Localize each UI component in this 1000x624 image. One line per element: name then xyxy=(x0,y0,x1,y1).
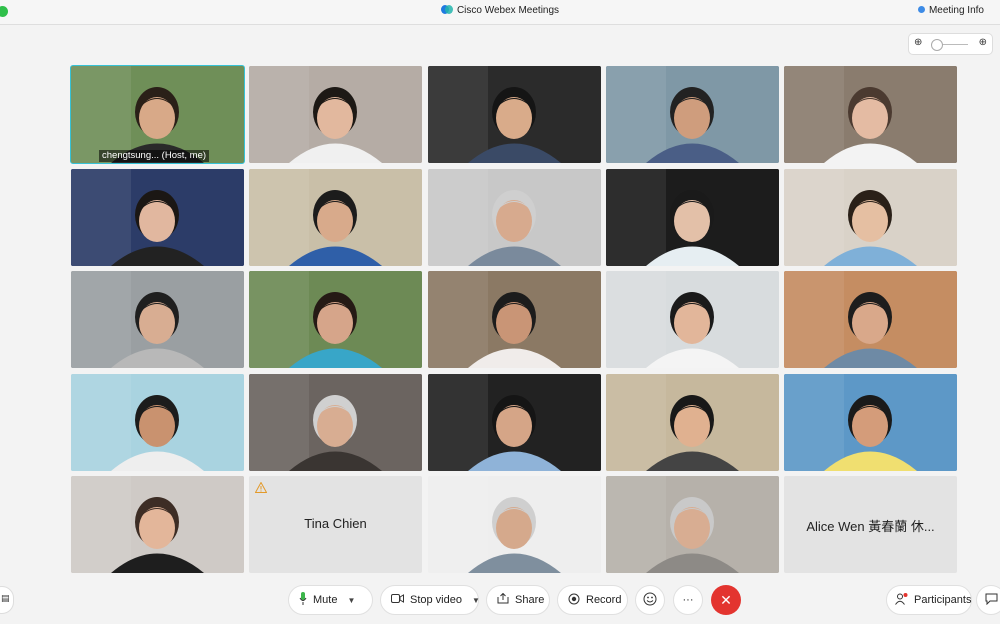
end-meeting-button[interactable]: ✕ xyxy=(711,585,741,615)
participant-video xyxy=(428,476,601,573)
zoom-out-icon[interactable]: ⊕ xyxy=(914,38,922,48)
participant-tile[interactable] xyxy=(784,271,957,368)
video-options-chevron-icon[interactable]: ▼ xyxy=(472,596,480,605)
participant-tile[interactable] xyxy=(606,169,779,266)
chat-button[interactable] xyxy=(976,585,1000,615)
participant-tile[interactable]: Alice Wen 黃春蘭 休... xyxy=(784,476,957,573)
participant-tile[interactable] xyxy=(784,66,957,163)
participant-video xyxy=(71,476,244,573)
participant-tile[interactable] xyxy=(428,374,601,471)
participant-video xyxy=(428,66,601,163)
participant-tile[interactable] xyxy=(606,66,779,163)
participant-tile[interactable] xyxy=(71,476,244,573)
grid-zoom-slider[interactable]: ⊕ ⊕ xyxy=(908,33,993,55)
participant-video xyxy=(249,66,422,163)
participant-video xyxy=(249,169,422,266)
stop-video-button[interactable]: Stop video ▼ xyxy=(380,585,480,615)
window-title: Cisco Webex Meetings xyxy=(0,5,1000,16)
warning-icon xyxy=(255,482,267,493)
participant-tile[interactable] xyxy=(428,66,601,163)
participant-tile[interactable] xyxy=(71,169,244,266)
participant-name: Tina Chien xyxy=(304,516,367,531)
participant-tile[interactable] xyxy=(428,169,601,266)
chat-bubble-icon xyxy=(985,593,998,608)
participant-tile[interactable] xyxy=(428,271,601,368)
record-label: Record xyxy=(586,594,622,606)
share-label: Share xyxy=(515,594,545,606)
participant-video xyxy=(784,66,957,163)
zoom-in-icon[interactable]: ⊕ xyxy=(979,38,987,48)
participant-video xyxy=(249,374,422,471)
emoji-smile-icon xyxy=(643,592,657,609)
reactions-button[interactable] xyxy=(635,585,665,615)
stop-video-label: Stop video xyxy=(410,594,462,606)
participant-tile[interactable] xyxy=(71,374,244,471)
webex-logo-icon xyxy=(440,5,453,14)
participant-tile[interactable] xyxy=(428,476,601,573)
participant-video xyxy=(71,374,244,471)
window-title-text: Cisco Webex Meetings xyxy=(456,5,560,16)
info-icon xyxy=(917,6,925,13)
side-panel-toggle[interactable]: ▤ xyxy=(0,586,14,614)
participant-tile[interactable]: chengtsung... (Host, me) xyxy=(70,65,245,164)
mute-button[interactable]: Mute ▼ xyxy=(288,585,373,615)
participant-video xyxy=(428,169,601,266)
participant-tile[interactable]: Tina Chien xyxy=(249,476,422,573)
participant-video xyxy=(784,169,957,266)
participant-tile[interactable] xyxy=(606,374,779,471)
participant-tile[interactable] xyxy=(249,374,422,471)
participant-name-label: chengtsung... (Host, me) xyxy=(99,150,210,162)
participant-video xyxy=(249,271,422,368)
mute-label: Mute xyxy=(313,594,338,606)
participant-video xyxy=(606,169,779,266)
participant-tile[interactable] xyxy=(606,271,779,368)
participant-video xyxy=(428,271,601,368)
share-button[interactable]: Share xyxy=(486,585,550,615)
title-bar: Cisco Webex Meetings Meeting Info xyxy=(0,0,1000,25)
participant-tile[interactable] xyxy=(249,271,422,368)
participant-video xyxy=(784,271,957,368)
zoom-knob[interactable] xyxy=(931,39,943,51)
panel-icon: ▤ xyxy=(1,593,10,603)
participant-tile[interactable] xyxy=(71,271,244,368)
participant-video xyxy=(71,66,244,163)
participant-name: Alice Wen 黃春蘭 休... xyxy=(806,519,935,534)
participant-video xyxy=(606,476,779,573)
meeting-info-button[interactable]: Meeting Info xyxy=(917,5,984,16)
participant-video xyxy=(606,374,779,471)
participant-tile[interactable] xyxy=(249,66,422,163)
participant-tile[interactable] xyxy=(784,374,957,471)
close-icon: ✕ xyxy=(720,591,732,608)
mute-options-chevron-icon[interactable]: ▼ xyxy=(347,596,355,605)
participants-icon xyxy=(895,592,908,608)
participant-tile[interactable] xyxy=(606,476,779,573)
participant-video xyxy=(71,271,244,368)
video-grid: chengtsung... (Host, me) Tina Chien Alice … xyxy=(70,65,958,573)
participant-video xyxy=(784,374,957,471)
participant-video xyxy=(71,169,244,266)
participant-tile[interactable] xyxy=(249,169,422,266)
meeting-info-label: Meeting Info xyxy=(928,5,984,16)
participant-video xyxy=(428,374,601,471)
participant-tile[interactable] xyxy=(784,169,957,266)
more-options-icon: ··· xyxy=(682,594,694,606)
share-icon xyxy=(497,592,509,607)
participants-button[interactable]: Participants xyxy=(886,585,972,615)
participants-label: Participants xyxy=(914,594,972,606)
video-camera-icon xyxy=(391,594,404,606)
microphone-icon xyxy=(299,592,307,608)
record-icon xyxy=(568,593,580,608)
participant-video xyxy=(606,66,779,163)
record-button[interactable]: Record xyxy=(557,585,628,615)
participant-video xyxy=(606,271,779,368)
more-options-button[interactable]: ··· xyxy=(673,585,703,615)
